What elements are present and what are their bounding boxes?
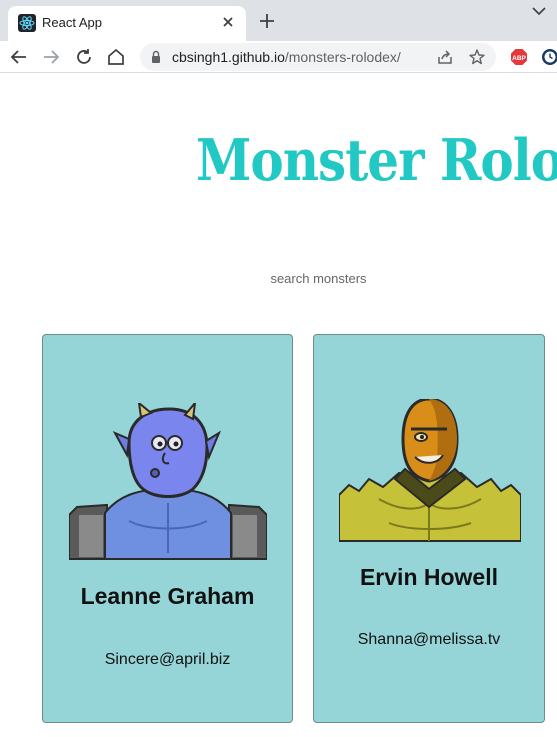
reload-icon[interactable] [73,46,95,68]
lock-icon[interactable] [148,49,164,65]
search-monsters-input[interactable] [255,268,395,288]
url-path: /monsters-rolodex/ [284,49,401,65]
app-title: Monster Rolodex [196,126,557,194]
react-favicon-icon [18,14,36,32]
url-domain: cbsingh1.github.io [172,49,285,65]
monster-email: Shanna@melissa.tv [357,631,501,648]
adblock-badge-text: ABP [512,55,526,62]
monster-email: Sincere@april.biz [104,651,231,668]
monster-card[interactable]: Leanne Graham Sincere@april.biz [42,334,293,723]
home-icon[interactable] [105,46,127,68]
back-arrow-icon[interactable] [8,46,30,68]
monster-avatar-image [69,403,267,560]
bookmark-star-icon[interactable] [468,48,486,66]
monster-name: Ervin Howell [359,564,499,590]
extension-clock-icon[interactable] [541,48,557,66]
address-bar[interactable]: cbsingh1.github.io/monsters-rolodex/ [140,43,496,71]
monster-avatar-image [339,399,521,542]
close-icon[interactable] [218,12,238,32]
monster-name: Leanne Graham [80,583,255,609]
adblock-plus-icon[interactable]: ABP [510,48,528,66]
new-tab-plus-icon[interactable] [256,10,278,32]
share-icon[interactable] [436,48,454,66]
chevron-down-icon[interactable] [530,4,548,18]
browser-tab[interactable]: React App [8,6,246,41]
page-content: Monster Rolodex [0,74,557,737]
browser-toolbar: cbsingh1.github.io/monsters-rolodex/ ABP [0,41,557,73]
tab-title: React App [42,15,102,30]
tab-bar: React App [0,0,557,41]
monster-card[interactable]: Ervin Howell Shanna@melissa.tv [313,334,545,723]
url-text[interactable]: cbsingh1.github.io/monsters-rolodex/ [172,49,401,65]
forward-arrow-icon[interactable] [40,46,62,68]
